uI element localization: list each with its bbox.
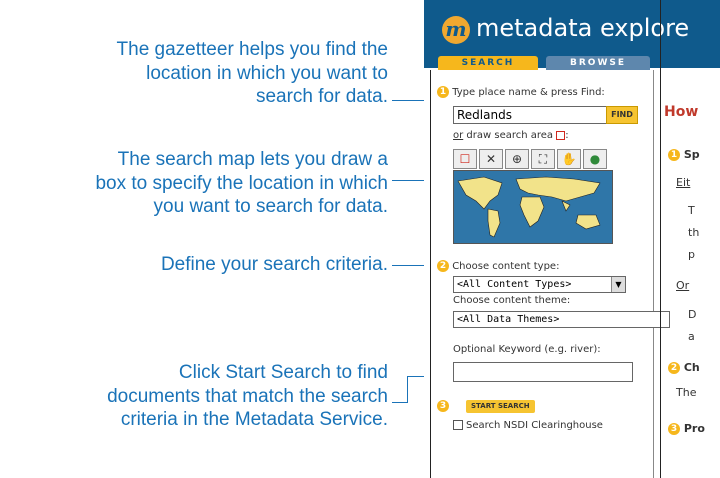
step-2-label: 2 Choose content type: bbox=[437, 260, 559, 272]
draw-or: or bbox=[453, 130, 464, 141]
help-line: D bbox=[688, 308, 697, 321]
metadata-logo-icon: m bbox=[442, 16, 470, 44]
tab-search[interactable]: SEARCH bbox=[438, 56, 538, 70]
globe-icon[interactable]: ● bbox=[583, 149, 607, 169]
help-step-1-title: Sp bbox=[683, 148, 700, 161]
callout-line: search for data. bbox=[255, 86, 388, 107]
step-1-label: 1 Type place name & press Find: bbox=[437, 86, 605, 98]
help-line: a bbox=[688, 330, 695, 343]
app-title: metadata explore bbox=[476, 14, 690, 42]
draw-area-label: or draw search area : bbox=[453, 130, 569, 141]
find-button[interactable]: FIND bbox=[606, 106, 638, 124]
content-type-label: Choose content type: bbox=[452, 261, 560, 272]
help-step-number-1: 1 bbox=[668, 149, 680, 161]
map-toolbar: ☐ ✕ ⊕ ⛶ ✋ ● bbox=[453, 149, 611, 169]
callout-line: Click Start Search to find bbox=[178, 362, 388, 383]
help-step-2: 2 Ch bbox=[668, 361, 700, 374]
leader-start-search bbox=[392, 402, 408, 403]
nsdi-label: Search NSDI Clearinghouse bbox=[466, 420, 603, 431]
help-or: Or bbox=[676, 279, 690, 292]
callout-line: Define your search criteria. bbox=[160, 254, 388, 275]
step-number-3: 3 bbox=[437, 400, 449, 412]
help-step-1: 1 Sp bbox=[668, 148, 700, 161]
leader-start-search-vertical bbox=[407, 376, 408, 402]
help-line: The bbox=[676, 386, 697, 399]
content-theme-value: <All Data Themes> bbox=[457, 314, 560, 325]
content-theme-select[interactable]: <All Data Themes> bbox=[453, 311, 670, 328]
callout-search-map: The search map lets you draw a box to sp… bbox=[95, 148, 388, 219]
draw-rectangle-icon[interactable]: ☐ bbox=[453, 149, 477, 169]
pane-divider bbox=[660, 0, 661, 478]
full-extent-icon[interactable]: ⛶ bbox=[531, 149, 555, 169]
search-map[interactable] bbox=[453, 170, 613, 244]
help-step-2-title: Ch bbox=[683, 361, 700, 374]
callout-line: documents that match the search bbox=[107, 385, 388, 407]
start-search-button[interactable]: START SEARCH bbox=[466, 400, 535, 413]
callout-line: The gazetteer helps you find the bbox=[116, 39, 388, 60]
help-line: th bbox=[688, 226, 700, 239]
content-type-value: <All Content Types> bbox=[457, 279, 572, 290]
app-screenshot: m metadata explore SEARCH BROWSE 1 Type … bbox=[424, 0, 720, 478]
tab-browse[interactable]: BROWSE bbox=[546, 56, 650, 70]
callout-line: you want to search for data. bbox=[153, 196, 388, 217]
draw-area-text: draw search area bbox=[463, 130, 557, 141]
content-type-select[interactable]: <All Content Types> ▼ bbox=[453, 276, 626, 293]
help-line: p bbox=[688, 248, 695, 261]
callout-line: location in which you want to bbox=[146, 62, 388, 84]
search-panel: 1 Type place name & press Find: Redlands… bbox=[430, 70, 670, 478]
help-either: Eit bbox=[676, 176, 691, 189]
keyword-input[interactable] bbox=[453, 362, 633, 382]
help-step-3-title: Pro bbox=[683, 422, 705, 435]
draw-colon: : bbox=[565, 130, 569, 141]
callout-start-search: Click Start Search to find documents tha… bbox=[107, 361, 388, 432]
app-header: m metadata explore SEARCH BROWSE bbox=[424, 0, 720, 70]
step-1-text: Type place name & press Find: bbox=[452, 87, 605, 98]
help-step-number-2: 2 bbox=[668, 362, 680, 374]
callout-criteria: Define your search criteria. bbox=[161, 253, 388, 277]
help-step-number-3: 3 bbox=[668, 423, 680, 435]
nsdi-checkbox-row[interactable]: Search NSDI Clearinghouse bbox=[453, 420, 603, 431]
help-step-3: 3 Pro bbox=[668, 422, 705, 435]
step-3-label: 3 bbox=[437, 400, 449, 412]
nsdi-checkbox[interactable] bbox=[453, 420, 463, 430]
draw-box-icon bbox=[556, 130, 566, 140]
step-number-1: 1 bbox=[437, 86, 449, 98]
zoom-in-icon[interactable]: ⊕ bbox=[505, 149, 529, 169]
callout-gazetteer: The gazetteer helps you find the locatio… bbox=[117, 38, 388, 109]
keyword-label: Optional Keyword (e.g. river): bbox=[453, 344, 601, 355]
help-line: T bbox=[688, 204, 695, 217]
world-map-image bbox=[457, 176, 601, 238]
step-number-2: 2 bbox=[437, 260, 449, 272]
place-name-input[interactable]: Redlands bbox=[453, 106, 607, 124]
help-title: How bbox=[664, 104, 699, 120]
callout-line: criteria in the Metadata Service. bbox=[120, 409, 388, 430]
clear-icon[interactable]: ✕ bbox=[479, 149, 503, 169]
help-pane: How 1 Sp Eit T th p Or D a 2 Ch The 3 Pr… bbox=[662, 70, 720, 478]
callout-line: box to specify the location in which bbox=[95, 172, 388, 194]
chevron-down-icon: ▼ bbox=[611, 277, 625, 292]
content-theme-label: Choose content theme: bbox=[453, 295, 571, 306]
pan-hand-icon[interactable]: ✋ bbox=[557, 149, 581, 169]
callout-line: The search map lets you draw a bbox=[117, 149, 388, 170]
